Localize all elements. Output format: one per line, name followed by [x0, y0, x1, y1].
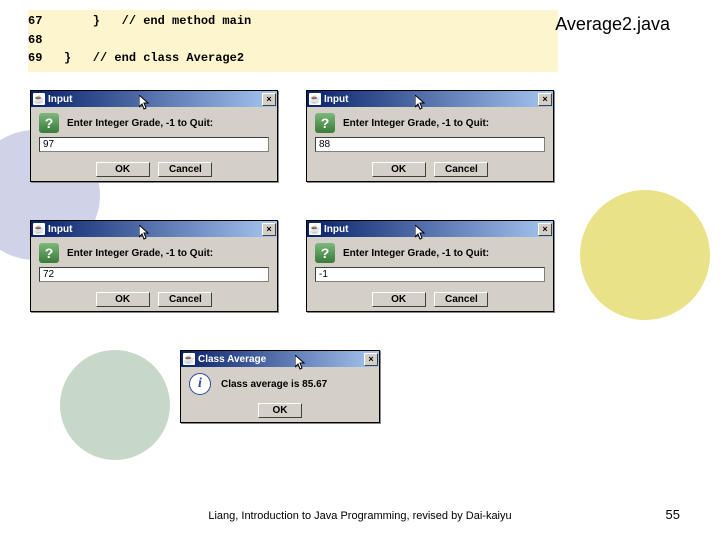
cancel-button[interactable]: Cancel — [434, 162, 488, 177]
java-icon: ☕ — [33, 93, 45, 105]
java-icon: ☕ — [309, 93, 321, 105]
java-icon: ☕ — [309, 223, 321, 235]
titlebar: ☕ Input × — [307, 91, 553, 107]
dialog-title: Input — [48, 224, 72, 235]
question-icon: ? — [315, 113, 335, 133]
grade-input[interactable]: 72 — [39, 267, 269, 282]
cursor-icon — [415, 225, 427, 241]
titlebar: ☕ Input × — [31, 91, 277, 107]
result-text: Class average is 85.67 — [221, 379, 327, 390]
cancel-button[interactable]: Cancel — [434, 292, 488, 307]
cursor-icon — [139, 225, 151, 241]
question-icon: ? — [39, 113, 59, 133]
code-line: 68 — [28, 33, 50, 47]
java-icon: ☕ — [33, 223, 45, 235]
close-icon[interactable]: × — [262, 93, 276, 106]
cursor-icon — [139, 95, 151, 111]
ok-button[interactable]: OK — [372, 292, 426, 307]
close-icon[interactable]: × — [538, 93, 552, 106]
cancel-button[interactable]: Cancel — [158, 162, 212, 177]
close-icon[interactable]: × — [262, 223, 276, 236]
question-icon: ? — [39, 243, 59, 263]
cancel-button[interactable]: Cancel — [158, 292, 212, 307]
footer-text: Liang, Introduction to Java Programming,… — [0, 510, 720, 522]
titlebar: ☕ Input × — [307, 221, 553, 237]
dialog-title: Input — [324, 224, 348, 235]
prompt-text: Enter Integer Grade, -1 to Quit: — [343, 118, 489, 129]
result-dialog: ☕ Class Average × i Class average is 85.… — [180, 350, 380, 423]
prompt-text: Enter Integer Grade, -1 to Quit: — [343, 248, 489, 259]
code-line: 67 } // end method main — [28, 14, 251, 28]
java-icon: ☕ — [183, 353, 195, 365]
ok-button[interactable]: OK — [96, 292, 150, 307]
close-icon[interactable]: × — [364, 353, 378, 366]
dialog-title: Input — [324, 94, 348, 105]
cursor-icon — [295, 355, 307, 371]
grade-input[interactable]: -1 — [315, 267, 545, 282]
input-dialog-4: ☕ Input × ? Enter Integer Grade, -1 to Q… — [306, 220, 554, 312]
bg-circle-green — [60, 350, 170, 460]
titlebar: ☕ Input × — [31, 221, 277, 237]
code-line: 69 } // end class Average2 — [28, 51, 244, 65]
code-snippet: 67 } // end method main 68 69 } // end c… — [28, 10, 558, 72]
dialog-title: Class Average — [198, 354, 266, 365]
input-dialog-3: ☕ Input × ? Enter Integer Grade, -1 to Q… — [30, 220, 278, 312]
prompt-text: Enter Integer Grade, -1 to Quit: — [67, 248, 213, 259]
titlebar: ☕ Class Average × — [181, 351, 379, 367]
dialog-title: Input — [48, 94, 72, 105]
grade-input[interactable]: 88 — [315, 137, 545, 152]
ok-button[interactable]: OK — [96, 162, 150, 177]
page-number: 55 — [666, 507, 680, 522]
close-icon[interactable]: × — [538, 223, 552, 236]
question-icon: ? — [315, 243, 335, 263]
grade-input[interactable]: 97 — [39, 137, 269, 152]
info-icon: i — [189, 373, 211, 395]
input-dialog-1: ☕ Input × ? Enter Integer Grade, -1 to Q… — [30, 90, 278, 182]
ok-button[interactable]: OK — [372, 162, 426, 177]
cursor-icon — [415, 95, 427, 111]
ok-button[interactable]: OK — [258, 403, 302, 418]
prompt-text: Enter Integer Grade, -1 to Quit: — [67, 118, 213, 129]
slide-title: Average2.java — [555, 14, 670, 35]
input-dialog-2: ☕ Input × ? Enter Integer Grade, -1 to Q… — [306, 90, 554, 182]
bg-circle-yellow — [580, 190, 710, 320]
